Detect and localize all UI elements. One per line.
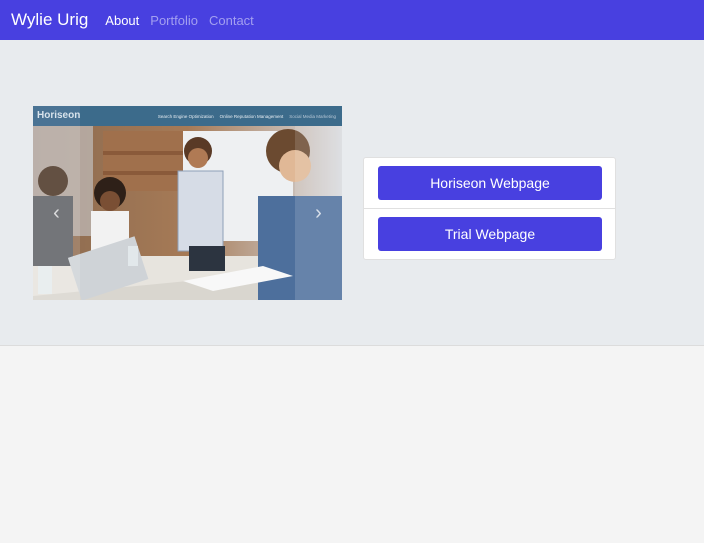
photo-site-header: Horiseon Search Engine Optimization Onli… — [33, 106, 342, 126]
portfolio-carousel: Horiseon Search Engine Optimization Onli… — [33, 106, 342, 300]
photo-menu-item: Search Engine Optimization — [157, 113, 214, 119]
chevron-right-icon: › — [315, 201, 322, 224]
links-card: Horiseon Webpage Trial Webpage — [363, 157, 616, 260]
list-item: Horiseon Webpage — [364, 158, 615, 209]
chevron-left-icon: ‹ — [53, 201, 60, 224]
navbar: Wylie Urig About Portfolio Contact — [0, 0, 704, 40]
photo-menu-item: Online Reputation Management — [219, 113, 284, 119]
nav-link-portfolio[interactable]: Portfolio — [150, 13, 198, 28]
nav-link-about[interactable]: About — [105, 13, 139, 28]
nav-link-contact[interactable]: Contact — [209, 13, 254, 28]
horiseon-webpage-button[interactable]: Horiseon Webpage — [378, 166, 602, 200]
brand-name[interactable]: Wylie Urig — [11, 10, 88, 30]
carousel-next-button[interactable]: › — [295, 126, 342, 300]
carousel-prev-button[interactable]: ‹ — [33, 126, 80, 300]
list-item: Trial Webpage — [364, 209, 615, 260]
photo-menu-item: Social Media Marketing — [289, 113, 336, 119]
horiseon-logo: Horiseon — [33, 106, 80, 126]
photo-site-menu: Search Engine Optimization Online Reputa… — [158, 114, 342, 119]
trial-webpage-button[interactable]: Trial Webpage — [378, 217, 602, 251]
